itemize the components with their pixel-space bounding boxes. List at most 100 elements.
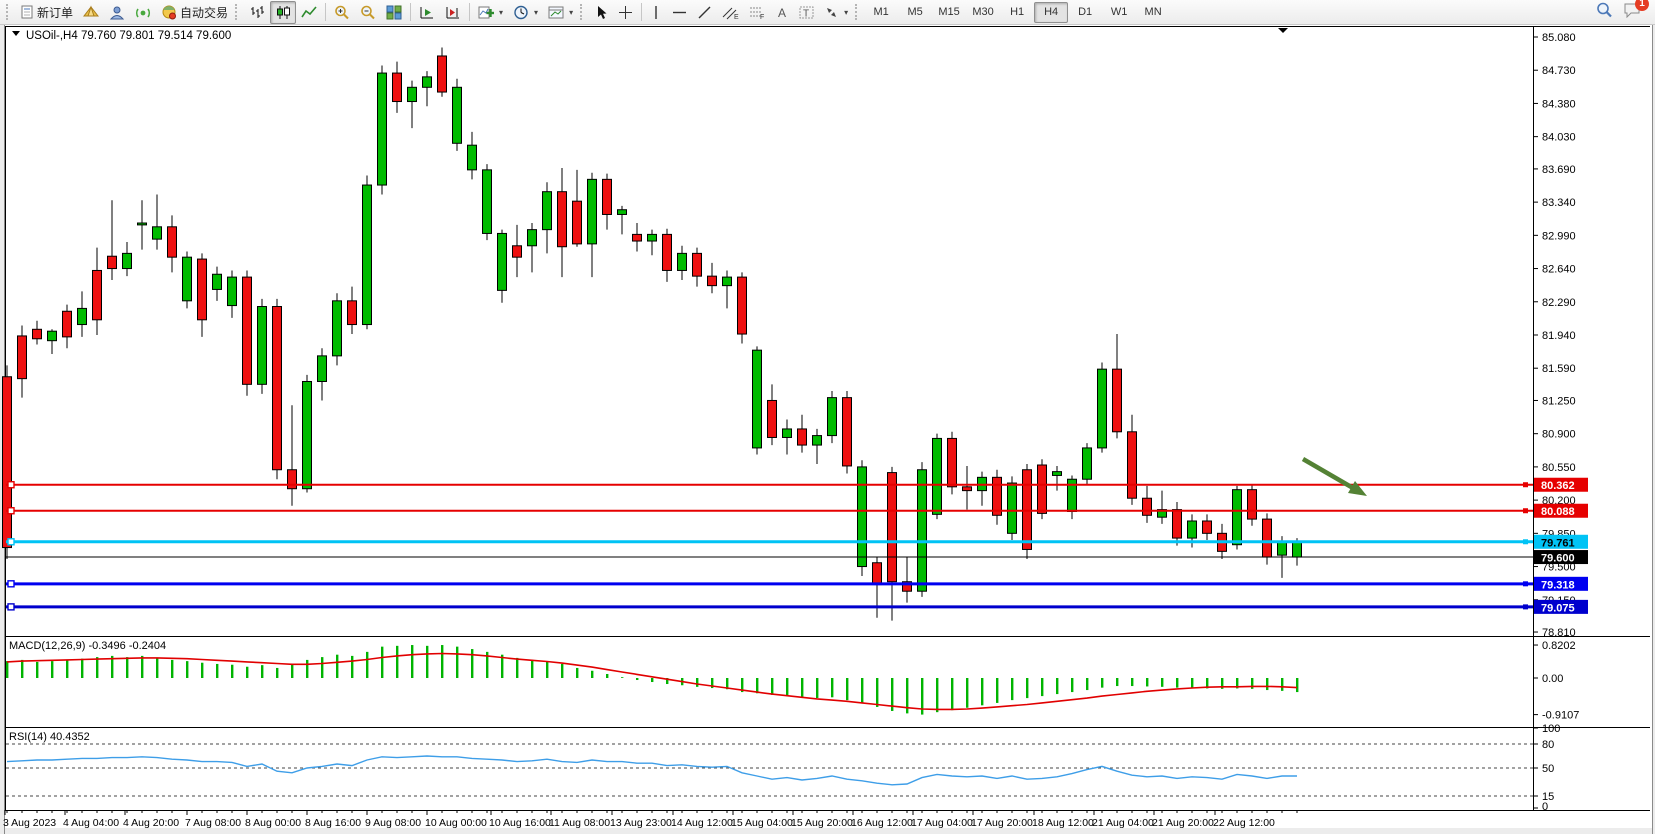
timeframe-button-D1[interactable]: D1: [1068, 2, 1102, 23]
line-handle[interactable]: [1523, 482, 1528, 487]
horizontal-line-button[interactable]: [667, 1, 692, 24]
add-indicator-button[interactable]: ▾: [473, 1, 508, 24]
svg-text:82.990: 82.990: [1542, 230, 1576, 242]
template-icon: [548, 5, 564, 20]
line-handle[interactable]: [1523, 581, 1528, 586]
signal-button[interactable]: [130, 1, 156, 24]
svg-text:84.030: 84.030: [1542, 132, 1576, 144]
svg-text:100: 100: [1542, 723, 1560, 735]
line-chart-button[interactable]: [296, 1, 322, 24]
label-button[interactable]: T: [794, 1, 819, 24]
svg-text:80.900: 80.900: [1542, 429, 1576, 441]
line-handle[interactable]: [8, 604, 14, 610]
vertical-line-icon: [650, 5, 662, 20]
timeframe-button-W1[interactable]: W1: [1102, 2, 1136, 23]
bar-chart-button[interactable]: [244, 1, 270, 24]
line-handle[interactable]: [1523, 508, 1528, 513]
zoom-out-button[interactable]: [355, 1, 381, 24]
search-icon: [1596, 2, 1613, 18]
main-toolbar: 新订单 自动交易: [0, 0, 1655, 25]
gold-pyramid-button[interactable]: [78, 1, 104, 24]
new-order-button[interactable]: 新订单: [15, 1, 78, 24]
timeframe-button-M30[interactable]: M30: [966, 2, 1000, 23]
dropdown-caret[interactable]: ▾: [569, 8, 573, 17]
line-chart-icon: [301, 5, 317, 20]
timeframe-button-M5[interactable]: M5: [898, 2, 932, 23]
timeframe-button-MN[interactable]: MN: [1136, 2, 1170, 23]
line-handle[interactable]: [8, 508, 14, 514]
auto-trading-label: 自动交易: [180, 4, 228, 21]
line-handle[interactable]: [1523, 604, 1528, 609]
crosshair-button[interactable]: [613, 1, 638, 24]
timeframe-button-H4[interactable]: H4: [1034, 2, 1068, 23]
mt4-window: 新订单 自动交易: [0, 0, 1655, 834]
auto-trading-button[interactable]: 自动交易: [156, 1, 233, 24]
svg-text:8 Aug 00:00: 8 Aug 00:00: [245, 817, 301, 829]
period-clock-button[interactable]: ▾: [508, 1, 543, 24]
channel-button[interactable]: E: [717, 1, 744, 24]
fibonacci-button[interactable]: F: [744, 1, 771, 24]
macd-label: MACD(12,26,9) -0.3496 -0.2404: [9, 640, 166, 652]
svg-text:83.340: 83.340: [1542, 197, 1576, 209]
chart-shift-icon: [445, 5, 461, 20]
template-button[interactable]: ▾: [543, 1, 578, 24]
price-chart[interactable]: 85.08084.73084.38084.03083.69083.34082.9…: [0, 0, 1655, 834]
toolbar-separator: [410, 3, 411, 21]
dropdown-caret[interactable]: ▾: [844, 8, 848, 17]
auto-scroll-icon: [419, 5, 435, 20]
profile-icon: [109, 5, 125, 20]
notification-badge[interactable]: 1: [1635, 0, 1649, 11]
arrows-button[interactable]: ▾: [819, 1, 853, 24]
trendline-button[interactable]: [692, 1, 717, 24]
text-icon: A: [776, 5, 789, 20]
svg-text:4 Aug 20:00: 4 Aug 20:00: [123, 817, 179, 829]
svg-text:82.640: 82.640: [1542, 264, 1576, 276]
cursor-icon: [594, 5, 608, 20]
candlestick-chart-button[interactable]: [270, 1, 296, 24]
rsi-label: RSI(14) 40.4352: [9, 731, 90, 743]
svg-text:83.690: 83.690: [1542, 164, 1576, 176]
svg-text:10 Aug 00:00: 10 Aug 00:00: [425, 817, 487, 829]
tile-windows-button[interactable]: [381, 1, 407, 24]
zoom-in-button[interactable]: [329, 1, 355, 24]
toolbar-grip: [580, 4, 587, 20]
svg-text:3 Aug 2023: 3 Aug 2023: [3, 817, 56, 829]
trendline-icon: [697, 5, 712, 20]
svg-text:13 Aug 23:00: 13 Aug 23:00: [610, 817, 672, 829]
text-button[interactable]: A: [771, 1, 794, 24]
chart-shift-button[interactable]: [440, 1, 466, 24]
line-handle[interactable]: [8, 482, 14, 488]
profile-button[interactable]: [104, 1, 130, 24]
line-handle[interactable]: [8, 581, 14, 587]
dropdown-caret[interactable]: ▾: [499, 8, 503, 17]
timeframe-button-M15[interactable]: M15: [932, 2, 966, 23]
auto-scroll-button[interactable]: [414, 1, 440, 24]
svg-text:9 Aug 08:00: 9 Aug 08:00: [365, 817, 421, 829]
new-order-label: 新订单: [37, 4, 73, 21]
period-clock-icon: [513, 5, 529, 20]
toolbar-grip: [235, 4, 242, 20]
svg-text:81.250: 81.250: [1542, 395, 1576, 407]
toolbar-separator: [641, 3, 642, 21]
timeframe-toolbar: M1M5M15M30H1H4D1W1MN: [864, 2, 1170, 23]
svg-text:50: 50: [1542, 763, 1554, 775]
line-handle[interactable]: [8, 539, 14, 545]
toolbar-grip: [6, 4, 13, 20]
timeframe-button-M1[interactable]: M1: [864, 2, 898, 23]
svg-text:0.8202: 0.8202: [1542, 640, 1576, 652]
dropdown-caret[interactable]: ▾: [534, 8, 538, 17]
chat-button[interactable]: 1: [1623, 2, 1641, 23]
chart-title: USOil-,H4 79.760 79.801 79.514 79.600: [12, 30, 231, 42]
vertical-line-button[interactable]: [645, 1, 667, 24]
svg-text:79.761: 79.761: [1541, 537, 1575, 549]
svg-text:15 Aug 20:00: 15 Aug 20:00: [791, 817, 853, 829]
channel-icon: E: [722, 5, 739, 20]
svg-text:81.590: 81.590: [1542, 363, 1576, 375]
label-icon: T: [799, 5, 814, 20]
cursor-button[interactable]: [589, 1, 613, 24]
timeframe-button-H1[interactable]: H1: [1000, 2, 1034, 23]
search-button[interactable]: [1596, 2, 1613, 23]
signal-icon: [135, 5, 151, 20]
line-handle[interactable]: [1523, 539, 1528, 544]
svg-text:10 Aug 16:00: 10 Aug 16:00: [489, 817, 551, 829]
